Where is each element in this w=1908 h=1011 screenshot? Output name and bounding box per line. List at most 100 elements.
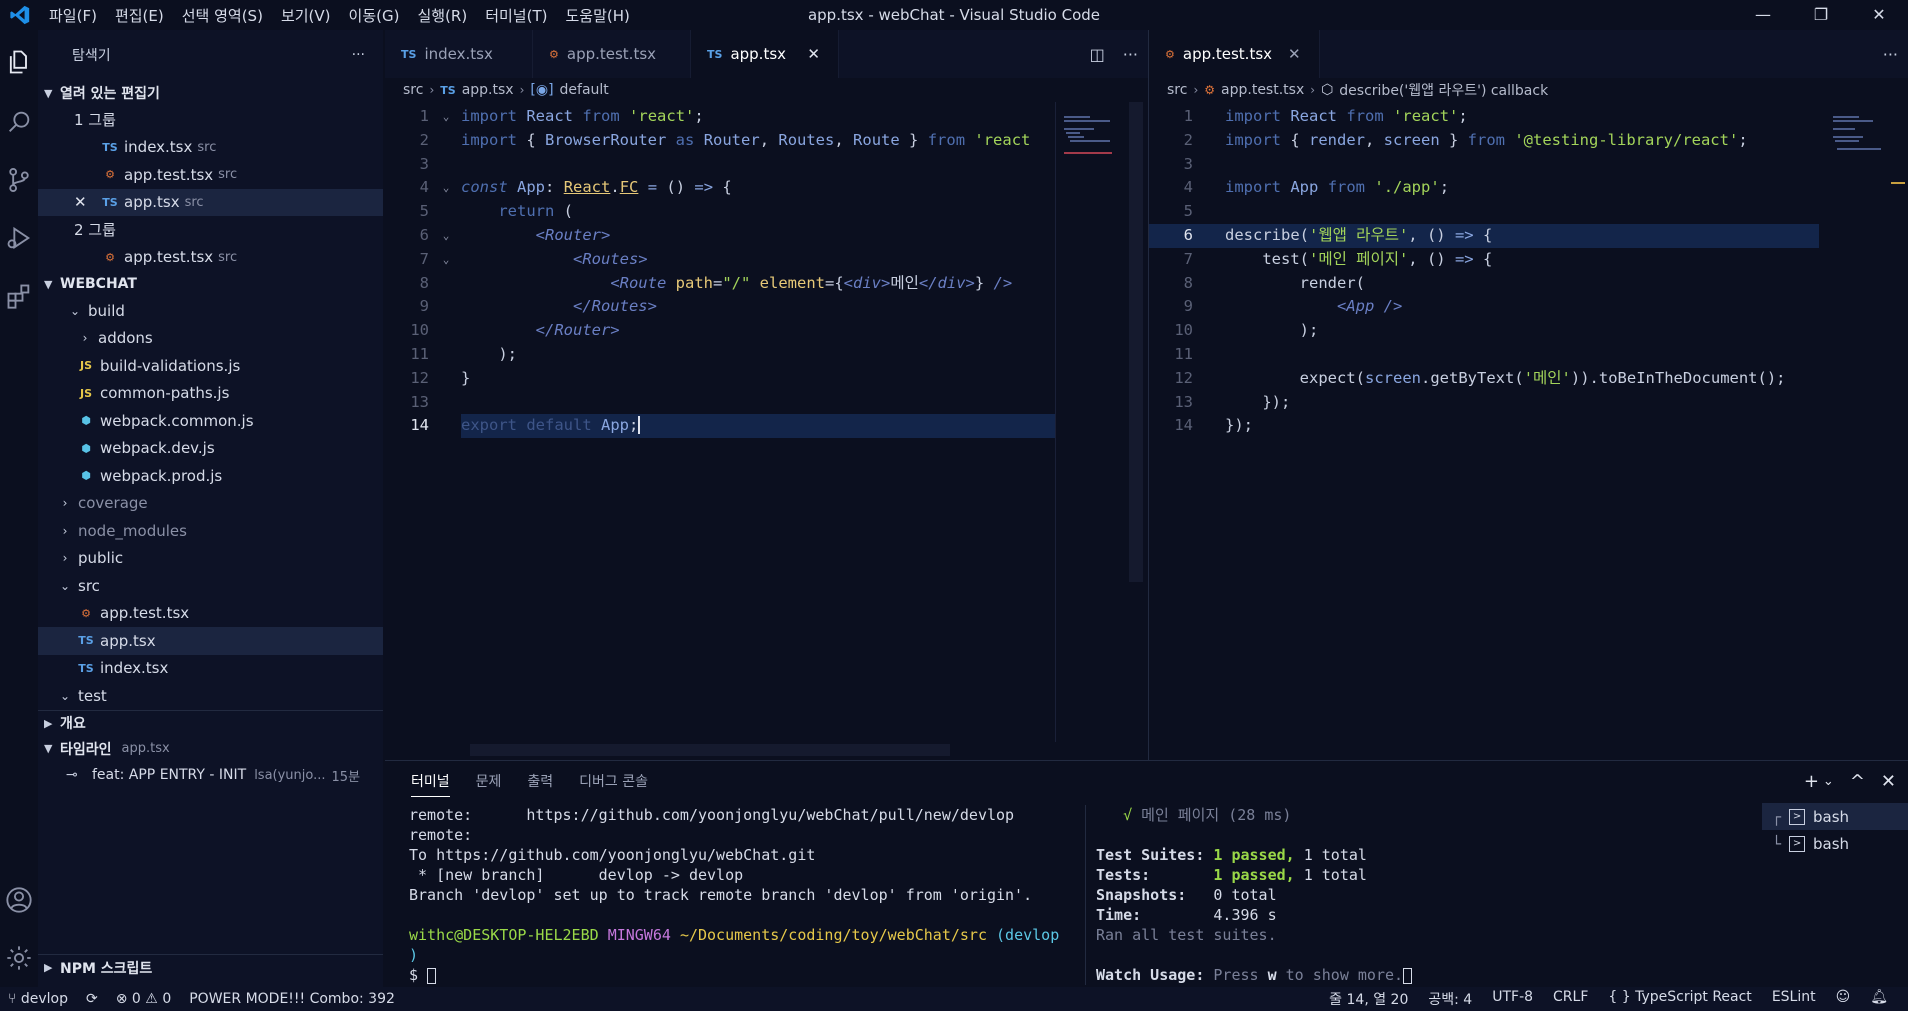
breadcrumb-symbol[interactable]: describe('웹앱 라우트') callback <box>1339 80 1548 100</box>
editor-actions-2: ··· <box>1883 30 1898 78</box>
tab-app-test-tsx[interactable]: ⚙ app.test.tsx <box>533 30 691 78</box>
terminal-left[interactable]: remote: https://github.com/yoonjonglyu/w… <box>409 805 1059 985</box>
outline-header[interactable]: ▶ 개요 <box>38 709 383 736</box>
split-editor-icon[interactable]: ◫ <box>1090 45 1105 64</box>
menu-view[interactable]: 보기(V) <box>272 5 340 26</box>
close-tab-icon[interactable]: ✕ <box>791 45 820 63</box>
indentation[interactable]: 공백: 4 <box>1428 989 1472 1009</box>
project-header[interactable]: ▼ WEBCHAT <box>38 271 383 297</box>
folder-coverage[interactable]: › coverage <box>38 490 383 518</box>
account-icon[interactable] <box>0 876 38 924</box>
file-index-tsx[interactable]: TS index.tsx <box>38 655 383 683</box>
breadcrumb-symbol[interactable]: default <box>560 82 609 98</box>
file-webpack-prod[interactable]: ⬢ webpack.prod.js <box>38 462 383 490</box>
file-webpack-dev[interactable]: ⬢ webpack.dev.js <box>38 435 383 463</box>
file-build-validations[interactable]: JS build-validations.js <box>38 352 383 380</box>
feedback-icon[interactable]: ☺ <box>1836 989 1851 1009</box>
close-tab-icon[interactable]: ✕ <box>1272 45 1301 63</box>
minimap[interactable] <box>1055 102 1115 742</box>
fold-icon[interactable]: ⌄ <box>435 176 457 200</box>
folder-build[interactable]: ⌄ build <box>38 297 383 325</box>
horizontal-scrollbar[interactable] <box>470 744 950 756</box>
eslint-status[interactable]: ESLint <box>1772 989 1816 1009</box>
new-terminal-icon[interactable]: + <box>1804 771 1819 792</box>
file-webpack-common[interactable]: ⬢ webpack.common.js <box>38 407 383 435</box>
fold-icon[interactable]: ⌄ <box>435 248 457 272</box>
terminal-item-1[interactable]: ┌ > bash <box>1762 803 1908 830</box>
open-editors-group-1[interactable]: 1 그룹 <box>38 106 383 134</box>
extensions-icon[interactable] <box>0 272 38 320</box>
minimap-2[interactable] <box>1825 102 1885 742</box>
chevron-down-icon[interactable]: ⌄ <box>1823 774 1834 789</box>
folder-test[interactable]: ⌄ test <box>38 682 383 710</box>
breadcrumb-src[interactable]: src <box>1167 82 1187 98</box>
open-editor-app-test-tsx-2[interactable]: ⚙ app.test.tsx src <box>38 244 383 272</box>
menu-help[interactable]: 도움말(H) <box>556 5 638 26</box>
menu-file[interactable]: 파일(F) <box>40 5 106 26</box>
restore-icon[interactable]: ❐ <box>1792 0 1850 30</box>
settings-gear-icon[interactable] <box>0 934 38 982</box>
npm-scripts-header[interactable]: ▶ NPM 스크립트 <box>38 954 383 980</box>
source-control-icon[interactable] <box>0 156 38 204</box>
timeline-entry[interactable]: ⊸ feat: APP ENTRY - INIT lsa(yunjo... 15… <box>38 762 383 790</box>
folder-addons[interactable]: › addons <box>38 325 383 353</box>
vertical-scrollbar[interactable] <box>1129 102 1143 582</box>
terminal-right[interactable]: √ 메인 페이지 (28 ms) Test Suites: 1 passed, … <box>1085 805 1745 985</box>
folder-node-modules[interactable]: › node_modules <box>38 517 383 545</box>
menu-selection[interactable]: 선택 영역(S) <box>173 5 272 26</box>
close-window-icon[interactable]: ✕ <box>1850 0 1908 30</box>
folder-src[interactable]: ⌄ src <box>38 572 383 600</box>
menu-run[interactable]: 실행(R) <box>408 5 476 26</box>
end-of-line[interactable]: CRLF <box>1553 989 1588 1009</box>
tab-debug-console[interactable]: 디버그 콘솔 <box>579 771 648 791</box>
breadcrumb-file[interactable]: app.test.tsx <box>1221 82 1304 98</box>
maximize-panel-icon[interactable]: ^ <box>1850 771 1865 792</box>
tab-app-tsx[interactable]: TS app.tsx ✕ <box>691 30 839 78</box>
branch-status[interactable]: ⑂ devlop <box>8 991 68 1007</box>
notifications-bell-icon[interactable]: 🔔︎ <box>1870 989 1888 1009</box>
open-editor-index-tsx[interactable]: TS index.tsx src <box>38 134 383 162</box>
cursor-position[interactable]: 줄 14, 열 20 <box>1329 989 1408 1009</box>
file-app-tsx[interactable]: TS app.tsx <box>38 627 383 655</box>
code-editor-app-test-tsx[interactable]: 1 import React from 'react'; 2 import { re… <box>1149 105 1819 438</box>
code-editor-app-tsx[interactable]: 1 ⌄ import React from 'react'; 2 import { B… <box>385 105 1055 439</box>
more-actions-icon[interactable]: ··· <box>1123 45 1138 64</box>
power-mode-status[interactable]: POWER MODE!!! Combo: 392 <box>189 991 395 1007</box>
run-debug-icon[interactable] <box>0 214 38 262</box>
language-mode[interactable]: { } TypeScript React <box>1608 989 1751 1009</box>
terminal-item-2[interactable]: └ > bash <box>1762 830 1908 857</box>
open-editor-app-tsx[interactable]: ✕ TS app.tsx src <box>38 188 383 216</box>
breadcrumb-file[interactable]: app.tsx <box>462 82 514 98</box>
tab-output[interactable]: 출력 <box>527 771 553 791</box>
timeline-header[interactable]: ▼ 타임라인 app.tsx <box>38 736 383 762</box>
tab-terminal[interactable]: 터미널 <box>411 771 450 797</box>
tab-problems[interactable]: 문제 <box>476 771 502 791</box>
terminal-icon: > <box>1789 835 1806 852</box>
close-panel-icon[interactable]: ✕ <box>1881 771 1896 792</box>
vscode-logo-icon[interactable] <box>0 0 40 30</box>
minimize-icon[interactable]: — <box>1734 0 1792 30</box>
tab-app-test-tsx-2[interactable]: ⚙ app.test.tsx ✕ <box>1149 30 1320 78</box>
open-editors-header[interactable]: ▼ 열려 있는 편집기 <box>38 80 383 106</box>
open-editor-app-test-tsx[interactable]: ⚙ app.test.tsx src <box>38 161 383 189</box>
folder-public[interactable]: › public <box>38 545 383 573</box>
fold-icon[interactable]: ⌄ <box>435 224 457 248</box>
search-icon[interactable] <box>0 98 38 146</box>
more-actions-icon[interactable]: ··· <box>1883 45 1898 64</box>
open-editors-group-2[interactable]: 2 그룹 <box>38 216 383 244</box>
tab-index-tsx[interactable]: TS index.tsx <box>385 30 533 78</box>
file-common-paths[interactable]: JS common-paths.js <box>38 380 383 408</box>
menu-terminal[interactable]: 터미널(T) <box>476 5 556 26</box>
sync-icon[interactable]: ⟳ <box>86 991 98 1007</box>
problems-status[interactable]: ⊗ 0 ⚠ 0 <box>116 991 172 1007</box>
menu-go[interactable]: 이동(G) <box>340 5 409 26</box>
file-app-test-tsx[interactable]: ⚙ app.test.tsx <box>38 600 383 628</box>
more-actions-icon[interactable]: ··· <box>352 47 365 63</box>
encoding[interactable]: UTF-8 <box>1492 989 1533 1009</box>
menu-edit[interactable]: 편집(E) <box>106 5 173 26</box>
breadcrumb-src[interactable]: src <box>403 82 423 98</box>
terminal-list: ┌ > bash └ > bash <box>1762 803 1908 857</box>
fold-icon[interactable]: ⌄ <box>435 105 457 129</box>
close-editor-icon[interactable]: ✕ <box>74 193 100 211</box>
explorer-icon[interactable] <box>0 38 38 86</box>
